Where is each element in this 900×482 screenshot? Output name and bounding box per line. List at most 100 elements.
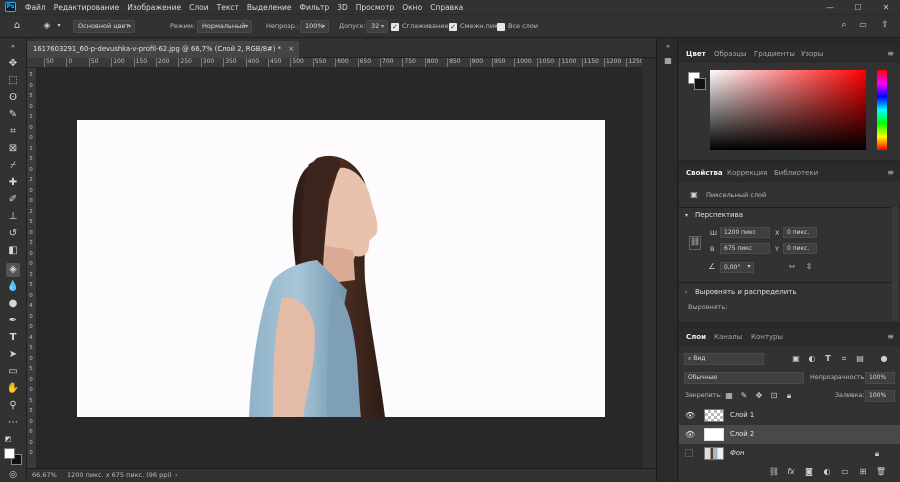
tab-layers[interactable]: Слои bbox=[686, 328, 706, 346]
document-tab[interactable]: 1617603291_60-p-devushka-v-profil-62.jpg… bbox=[27, 41, 299, 58]
default-colors-icon[interactable]: ◩ bbox=[3, 432, 13, 446]
y-input[interactable]: 0 пикс. bbox=[783, 243, 817, 254]
more-tools-icon[interactable]: ⋯ bbox=[6, 416, 20, 430]
close-document-icon[interactable]: × bbox=[288, 41, 294, 57]
marquee-tool-icon[interactable]: ⬚ bbox=[6, 74, 20, 88]
menu-filter[interactable]: Фильтр bbox=[296, 3, 334, 12]
menu-3d[interactable]: 3D bbox=[333, 3, 352, 12]
fx-icon[interactable]: fx bbox=[785, 467, 797, 477]
history-brush-tool-icon[interactable]: ↺ bbox=[6, 227, 20, 241]
filter-smart-object-icon[interactable]: ▤ bbox=[855, 354, 865, 364]
menu-help[interactable]: Справка bbox=[426, 3, 467, 12]
maximize-icon[interactable]: ☐ bbox=[844, 3, 872, 12]
minimize-icon[interactable]: — bbox=[816, 3, 844, 12]
width-input[interactable]: 1200 пикс bbox=[720, 227, 770, 238]
zoom-level[interactable]: 66,67% bbox=[32, 469, 57, 482]
visibility-eye-icon[interactable]: 👁︎ bbox=[685, 430, 695, 439]
share-icon[interactable]: ⇪ bbox=[879, 20, 891, 30]
contiguous-checkbox[interactable]: ✓ bbox=[449, 23, 457, 31]
home-icon[interactable]: ⌂ bbox=[10, 21, 24, 31]
filter-adjustment-icon[interactable]: ◐ bbox=[807, 354, 817, 364]
new-layer-icon[interactable]: ⊞ bbox=[857, 467, 869, 477]
lock-position-icon[interactable]: ✥ bbox=[754, 391, 764, 401]
menu-select[interactable]: Выделение bbox=[243, 3, 296, 12]
tab-patterns[interactable]: Узоры bbox=[801, 45, 823, 63]
status-menu-arrow[interactable]: › bbox=[175, 469, 178, 482]
link-icon[interactable]: ⛓ bbox=[768, 467, 780, 477]
fill-input[interactable]: 100% bbox=[865, 390, 895, 402]
hand-tool-icon[interactable]: ✋ bbox=[6, 382, 20, 396]
close-window-icon[interactable]: ✕ bbox=[872, 3, 900, 12]
mode-dropdown[interactable]: Нормальный bbox=[197, 20, 252, 33]
move-tool-icon[interactable]: ✥ bbox=[6, 57, 20, 71]
link-dimensions-icon[interactable]: ⛓ bbox=[689, 236, 701, 250]
panel-menu-icon[interactable]: ≡ bbox=[887, 45, 894, 63]
foreground-color-swatch[interactable] bbox=[4, 448, 15, 459]
blur-tool-icon[interactable]: 💧 bbox=[6, 280, 20, 294]
workspace-icon[interactable]: ▭ bbox=[857, 20, 869, 30]
pen-tool-icon[interactable]: ✒ bbox=[6, 314, 20, 328]
eyedropper-tool-icon[interactable]: ⌿ bbox=[6, 159, 20, 173]
menu-window[interactable]: Окно bbox=[398, 3, 426, 12]
quick-select-tool-icon[interactable]: ✎ bbox=[6, 108, 20, 122]
brush-tool-icon[interactable]: ✐ bbox=[6, 193, 20, 207]
quick-mask-icon[interactable]: ◎ bbox=[6, 468, 20, 482]
history-panel-icon[interactable]: ▦ bbox=[662, 56, 674, 66]
mask-icon[interactable]: ◙ bbox=[803, 467, 815, 477]
stamp-tool-icon[interactable]: ⊥ bbox=[6, 210, 20, 224]
lock-all-icon[interactable]: 🔒︎ bbox=[784, 391, 794, 401]
layer-opacity-input[interactable]: 100% bbox=[865, 372, 895, 384]
lock-transparency-icon[interactable]: ▦ bbox=[724, 391, 734, 401]
fill-source-dropdown[interactable]: Основной цвет bbox=[73, 20, 135, 33]
filter-toggle-icon[interactable]: ● bbox=[879, 354, 889, 364]
section-chevron-icon[interactable]: ▾ bbox=[685, 212, 688, 219]
antialias-checkbox[interactable]: ✓ bbox=[391, 23, 399, 31]
menu-layers[interactable]: Слои bbox=[185, 3, 213, 12]
filter-pixel-icon[interactable]: ▣ bbox=[791, 354, 801, 364]
layer-name[interactable]: Слой 2 bbox=[730, 425, 754, 444]
lock-pixels-icon[interactable]: ✎ bbox=[739, 391, 749, 401]
trash-icon[interactable]: 🗑︎ bbox=[875, 467, 887, 477]
flip-vertical-icon[interactable]: ⇳ bbox=[803, 262, 815, 272]
tab-adjustments[interactable]: Коррекция bbox=[727, 164, 767, 182]
menu-edit[interactable]: Редактирование bbox=[50, 3, 123, 12]
lock-artboard-icon[interactable]: ⊡ bbox=[769, 391, 779, 401]
filter-shape-icon[interactable]: ⌗ bbox=[839, 354, 849, 364]
rectangle-tool-icon[interactable]: ▭ bbox=[6, 365, 20, 379]
bg-swatch[interactable] bbox=[694, 78, 706, 90]
dodge-tool-icon[interactable]: ● bbox=[6, 297, 20, 311]
layer-name[interactable]: Фон bbox=[730, 444, 744, 463]
chevron-down-icon[interactable]: ▾ bbox=[55, 21, 63, 31]
layer-filter-dropdown[interactable]: ⌕ Вид bbox=[684, 353, 764, 365]
visibility-eye-icon[interactable]: 👁︎ bbox=[685, 411, 695, 420]
tab-libraries[interactable]: Библиотеки bbox=[774, 164, 818, 182]
color-saturation-field[interactable] bbox=[710, 70, 866, 150]
tab-color[interactable]: Цвет bbox=[686, 45, 706, 63]
filter-type-icon[interactable]: T bbox=[823, 354, 833, 364]
layer-row-layer-2[interactable]: 👁︎ Слой 2 bbox=[679, 425, 900, 444]
tab-gradients[interactable]: Градиенты bbox=[754, 45, 795, 63]
menu-text[interactable]: Текст bbox=[213, 3, 243, 12]
layer-row-background[interactable]: Фон 🔒︎ bbox=[679, 444, 900, 463]
document-canvas-image[interactable] bbox=[77, 120, 605, 417]
tolerance-input[interactable]: 32 bbox=[366, 20, 388, 33]
x-input[interactable]: 0 пикс. bbox=[783, 227, 817, 238]
collapse-toolbar-icon[interactable]: » bbox=[6, 40, 20, 54]
tab-paths[interactable]: Контуры bbox=[751, 328, 783, 346]
type-tool-icon[interactable]: T bbox=[6, 331, 20, 345]
properties-menu-icon[interactable]: ≡ bbox=[887, 164, 894, 182]
search-icon[interactable]: ⌕ bbox=[838, 20, 850, 30]
angle-chevron-down-icon[interactable]: ▾ bbox=[745, 262, 753, 272]
layer-row-layer-1[interactable]: 👁︎ Слой 1 bbox=[679, 406, 900, 425]
paint-bucket-preset-icon[interactable]: ◈ bbox=[40, 21, 54, 31]
transform-section-title[interactable]: Перспектива bbox=[695, 211, 743, 219]
align-chevron-icon[interactable]: › bbox=[685, 289, 687, 296]
menu-view[interactable]: Просмотр bbox=[352, 3, 399, 12]
tab-channels[interactable]: Каналы bbox=[714, 328, 742, 346]
blend-mode-dropdown[interactable]: Обычные bbox=[684, 372, 804, 384]
tab-properties[interactable]: Свойства bbox=[686, 164, 723, 182]
lasso-tool-icon[interactable]: ʘ bbox=[6, 91, 20, 105]
frame-tool-icon[interactable]: ⊠ bbox=[6, 142, 20, 156]
hue-slider[interactable] bbox=[877, 70, 887, 150]
zoom-tool-icon[interactable]: ⚲ bbox=[6, 399, 20, 413]
